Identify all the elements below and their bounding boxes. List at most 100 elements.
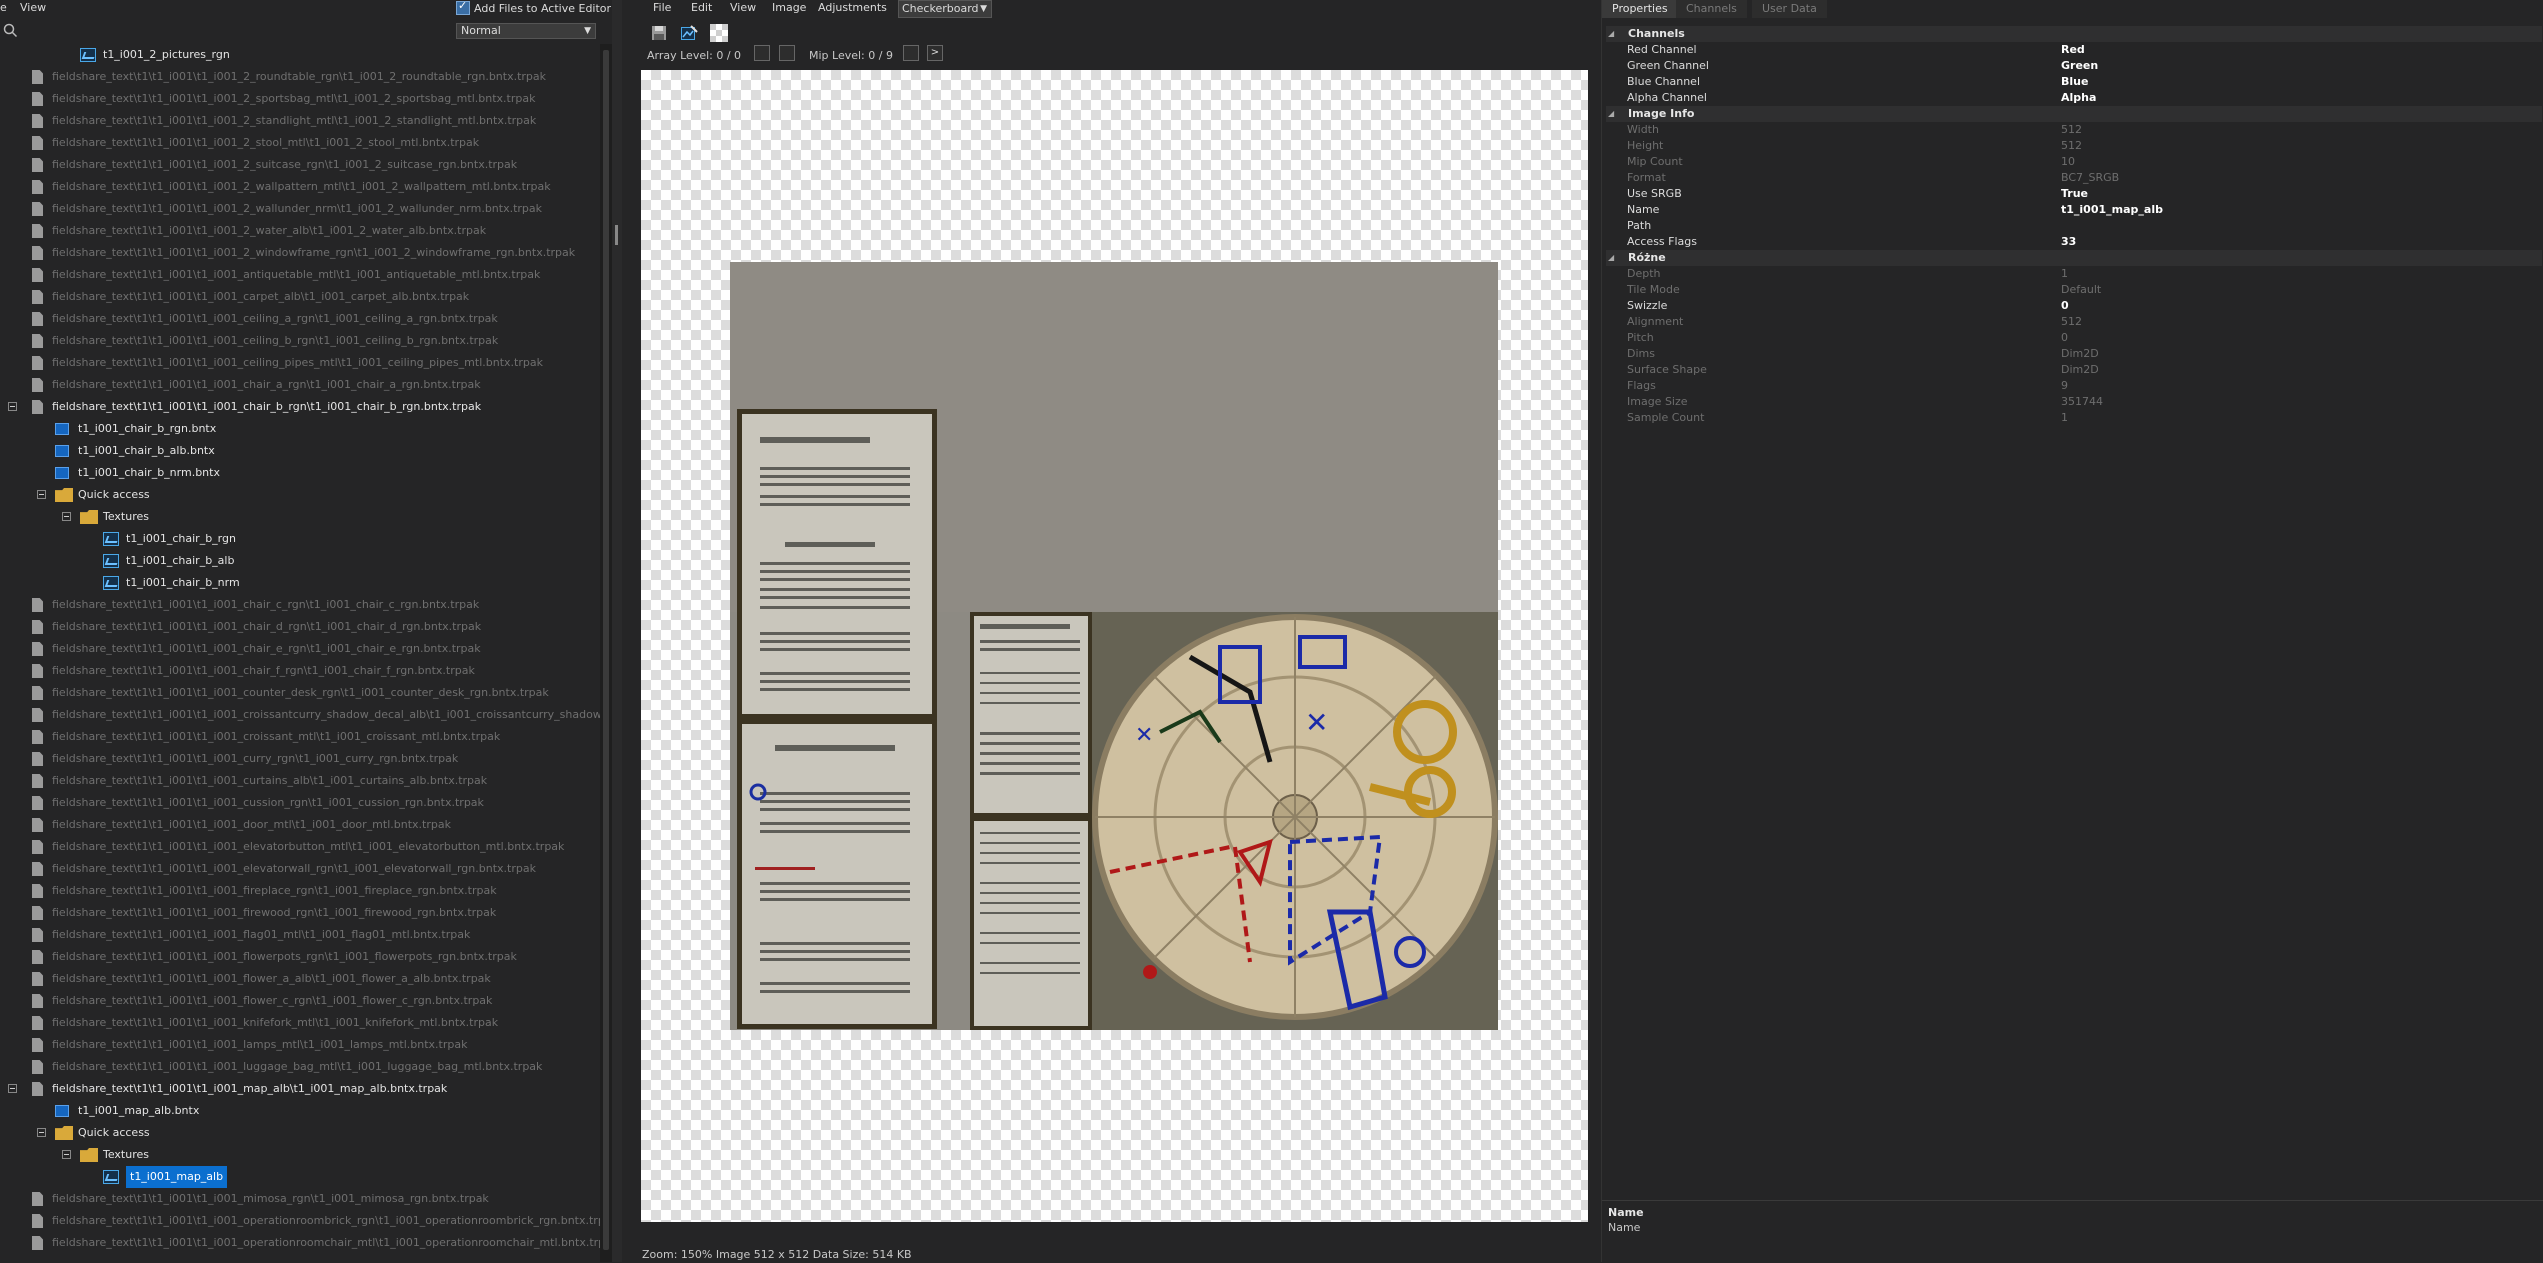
tree-item[interactable]: fieldshare_text\t1\t1_i001\t1_i001_door_… (0, 814, 600, 836)
tree-item[interactable]: t1_i001_map_alb.bntx (0, 1100, 600, 1122)
tree-item[interactable]: Quick access (0, 1122, 600, 1144)
tree-item[interactable]: fieldshare_text\t1\t1_i001\t1_i001_opera… (0, 1210, 600, 1232)
tree-item[interactable]: fieldshare_text\t1\t1_i001\t1_i001_knife… (0, 1012, 600, 1034)
array-prev-button[interactable] (754, 45, 770, 61)
property-value[interactable]: True (2061, 186, 2088, 202)
tree-item[interactable]: fieldshare_text\t1\t1_i001\t1_i001_chair… (0, 638, 600, 660)
edit-image-icon[interactable] (680, 24, 698, 42)
tree-item[interactable]: fieldshare_text\t1\t1_i001\t1_i001_curry… (0, 748, 600, 770)
tree-item[interactable]: Textures (0, 506, 600, 528)
save-icon[interactable] (650, 24, 668, 42)
menu-file[interactable]: File (653, 1, 671, 14)
property-value[interactable]: 9 (2061, 378, 2068, 394)
property-value[interactable]: 1 (2061, 266, 2068, 282)
tree-item[interactable]: fieldshare_text\t1\t1_i001\t1_i001_2_wat… (0, 220, 600, 242)
property-row[interactable]: Image Size 351744 (1612, 394, 2542, 410)
property-row[interactable]: Green Channel Green (1612, 58, 2542, 74)
property-value[interactable]: 0 (2061, 298, 2069, 314)
property-row[interactable]: Depth 1 (1612, 266, 2542, 282)
property-row[interactable]: Pitch 0 (1612, 330, 2542, 346)
tree-item[interactable]: fieldshare_text\t1\t1_i001\t1_i001_lugga… (0, 1056, 600, 1078)
file-tree[interactable]: t1_i001_2_pictures_rgn fieldshare_text\t1… (0, 44, 600, 1262)
property-value[interactable]: 512 (2061, 138, 2082, 154)
tree-item[interactable]: fieldshare_text\t1\t1_i001\t1_i001_2_wal… (0, 176, 600, 198)
property-value[interactable]: Green (2061, 58, 2098, 74)
tree-item[interactable]: fieldshare_text\t1\t1_i001\t1_i001_2_sto… (0, 132, 600, 154)
mip-prev-button[interactable] (903, 45, 919, 61)
panel-splitter[interactable] (612, 0, 622, 1262)
tree-item[interactable]: t1_i001_chair_b_rgn (0, 528, 600, 550)
tree-item[interactable]: fieldshare_text\t1\t1_i001\t1_i001_cussi… (0, 792, 600, 814)
property-value[interactable]: Dim2D (2061, 346, 2099, 362)
property-value[interactable]: Default (2061, 282, 2101, 298)
tree-item[interactable]: fieldshare_text\t1\t1_i001\t1_i001_ceili… (0, 330, 600, 352)
menu-image[interactable]: Image (772, 1, 806, 14)
tree-item[interactable]: fieldshare_text\t1\t1_i001\t1_i001_antiq… (0, 264, 600, 286)
property-value[interactable]: Red (2061, 42, 2085, 58)
menu-view[interactable]: View (20, 1, 46, 14)
tree-item[interactable]: fieldshare_text\t1\t1_i001\t1_i001_2_sta… (0, 110, 600, 132)
tree-item[interactable]: t1_i001_chair_b_nrm (0, 572, 600, 594)
property-row[interactable]: Width 512 (1612, 122, 2542, 138)
tree-item[interactable]: fieldshare_text\t1\t1_i001\t1_i001_2_spo… (0, 88, 600, 110)
tree-item[interactable]: fieldshare_text\t1\t1_i001\t1_i001_2_sui… (0, 154, 600, 176)
property-value[interactable]: 1 (2061, 410, 2068, 426)
menu-adjustments[interactable]: Adjustments (818, 1, 887, 14)
property-value[interactable]: 10 (2061, 154, 2075, 170)
property-value[interactable]: 512 (2061, 314, 2082, 330)
tree-item[interactable]: t1_i001_2_pictures_rgn (0, 44, 600, 66)
property-row[interactable]: Format BC7_SRGB (1612, 170, 2542, 186)
add-files-toggle[interactable]: Add Files to Active Editor (456, 0, 611, 16)
background-mode-select[interactable]: Checkerboard ▼ (898, 0, 992, 18)
property-row[interactable]: Red Channel Red (1612, 42, 2542, 58)
property-category[interactable]: ◢ Channels (1606, 26, 2542, 42)
tree-item[interactable]: t1_i001_chair_b_alb.bntx (0, 440, 600, 462)
collapse-icon[interactable] (37, 490, 46, 499)
add-files-checkbox[interactable] (456, 0, 470, 15)
tree-item[interactable]: fieldshare_text\t1\t1_i001\t1_i001_2_win… (0, 242, 600, 264)
tree-item[interactable]: fieldshare_text\t1\t1_i001\t1_i001_2_rou… (0, 66, 600, 88)
property-row[interactable]: Sample Count 1 (1612, 410, 2542, 426)
property-category[interactable]: ◢ Różne (1606, 250, 2542, 266)
tab-user-data[interactable]: User Data (1752, 0, 1827, 18)
menu-edit[interactable]: e (0, 1, 7, 14)
tree-item[interactable]: fieldshare_text\t1\t1_i001\t1_i001_crois… (0, 704, 600, 726)
tree-item[interactable]: fieldshare_text\t1\t1_i001\t1_i001_2_wal… (0, 198, 600, 220)
property-row[interactable]: Height 512 (1612, 138, 2542, 154)
checkerboard-toggle-icon[interactable] (710, 24, 728, 42)
tree-scrollbar-thumb[interactable] (603, 50, 609, 1250)
property-row[interactable]: Tile Mode Default (1612, 282, 2542, 298)
search-icon[interactable] (2, 22, 18, 38)
tab-channels[interactable]: Channels (1676, 0, 1747, 18)
property-value[interactable]: Dim2D (2061, 362, 2099, 378)
collapse-icon[interactable]: ◢ (1608, 250, 1614, 266)
tree-item[interactable]: fieldshare_text\t1\t1_i001\t1_i001_count… (0, 682, 600, 704)
tree-item[interactable]: fieldshare_text\t1\t1_i001\t1_i001_flag0… (0, 924, 600, 946)
tree-item[interactable]: fieldshare_text\t1\t1_i001\t1_i001_crois… (0, 726, 600, 748)
tree-item[interactable]: Quick access (0, 484, 600, 506)
property-value[interactable]: Blue (2061, 74, 2088, 90)
tree-item[interactable]: fieldshare_text\t1\t1_i001\t1_i001_flowe… (0, 968, 600, 990)
tree-item[interactable]: fieldshare_text\t1\t1_i001\t1_i001_chair… (0, 396, 600, 418)
tree-item[interactable]: t1_i001_chair_b_rgn.bntx (0, 418, 600, 440)
tree-item[interactable]: fieldshare_text\t1\t1_i001\t1_i001_chair… (0, 660, 600, 682)
tree-item[interactable]: fieldshare_text\t1\t1_i001\t1_i001_ceili… (0, 352, 600, 374)
mip-next-button[interactable]: > (927, 45, 943, 61)
property-value[interactable]: Alpha (2061, 90, 2096, 106)
tree-item[interactable]: t1_i001_map_alb (0, 1166, 600, 1188)
collapse-icon[interactable] (62, 512, 71, 521)
property-row[interactable]: Flags 9 (1612, 378, 2542, 394)
tree-item[interactable]: fieldshare_text\t1\t1_i001\t1_i001_eleva… (0, 836, 600, 858)
property-row[interactable]: Blue Channel Blue (1612, 74, 2542, 90)
property-row[interactable]: Swizzle 0 (1612, 298, 2542, 314)
tree-item[interactable]: fieldshare_text\t1\t1_i001\t1_i001_flowe… (0, 990, 600, 1012)
tree-item[interactable]: t1_i001_chair_b_nrm.bntx (0, 462, 600, 484)
blend-mode-select[interactable]: Normal ▼ (456, 23, 596, 39)
menu-view[interactable]: View (730, 1, 756, 14)
tree-item[interactable]: fieldshare_text\t1\t1_i001\t1_i001_chair… (0, 374, 600, 396)
menu-edit[interactable]: Edit (691, 1, 712, 14)
property-row[interactable]: Path (1612, 218, 2542, 234)
tree-item[interactable]: fieldshare_text\t1\t1_i001\t1_i001_chair… (0, 616, 600, 638)
property-value[interactable]: 0 (2061, 330, 2068, 346)
collapse-icon[interactable]: ◢ (1608, 106, 1614, 122)
